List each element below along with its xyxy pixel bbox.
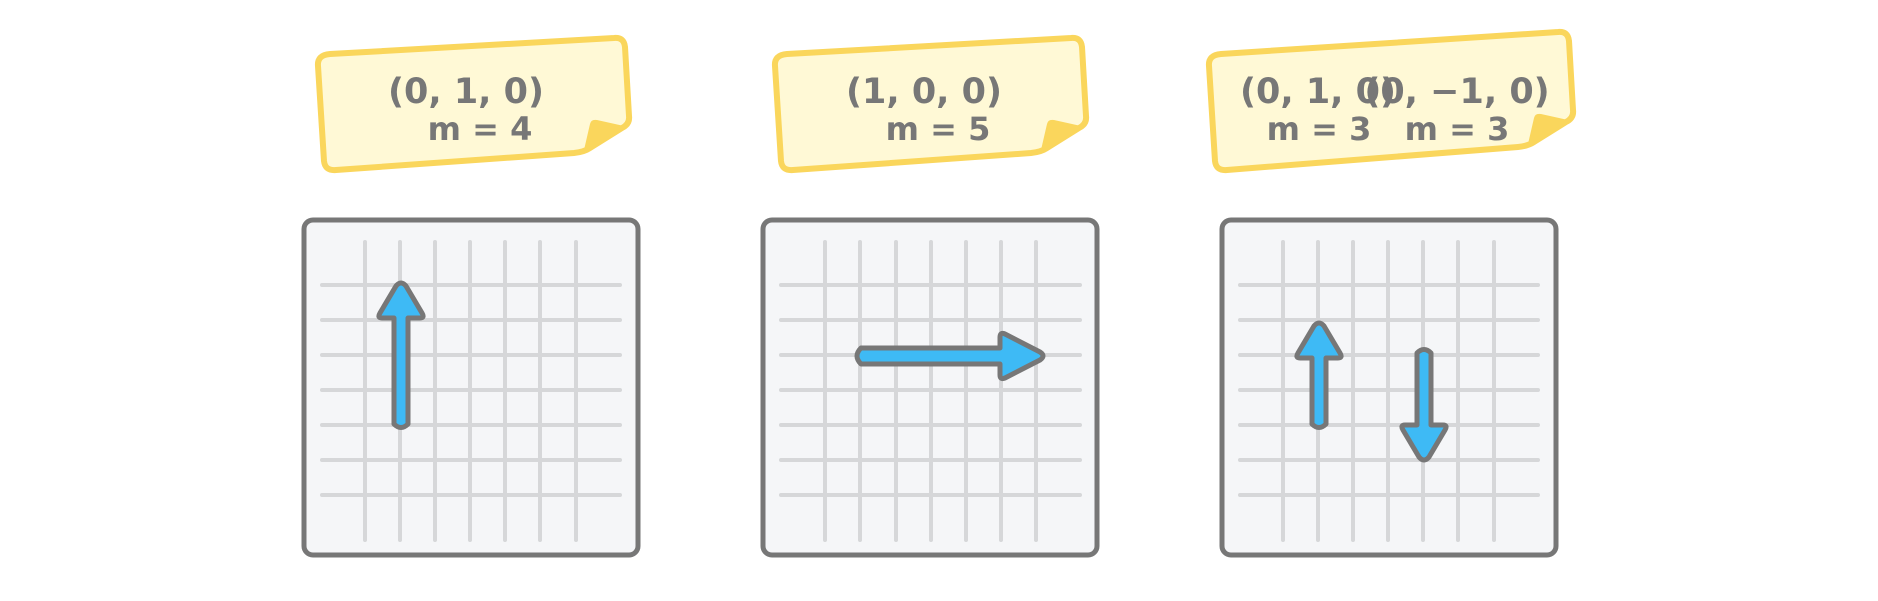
- vector-label: (1, 0, 0): [846, 72, 1002, 112]
- vector-label: (0, 1, 0): [388, 72, 544, 112]
- sticky-note-1: (0, 1, 0) m = 4: [314, 34, 633, 174]
- mass-label-right: m = 3: [1405, 110, 1510, 148]
- grid-3: [1219, 217, 1559, 558]
- mass-label: m = 4: [428, 110, 533, 148]
- grid-lines: [1238, 240, 1540, 542]
- panel-1: (0, 1, 0) m = 4: [301, 34, 641, 558]
- mass-label: m = 5: [886, 110, 991, 148]
- grid-lines: [320, 240, 622, 542]
- sticky-note-2: (1, 0, 0) m = 5: [771, 34, 1090, 174]
- grid-lines: [779, 240, 1082, 542]
- panel-3: (0, 1, 0) m = 3 (0, −1, 0) m = 3: [1205, 28, 1577, 558]
- sticky-note-3: (0, 1, 0) m = 3 (0, −1, 0) m = 3: [1205, 28, 1577, 174]
- grid-1: [301, 217, 641, 558]
- mass-label-left: m = 3: [1267, 110, 1372, 148]
- diagram-canvas: (0, 1, 0) m = 4 (1, 0, 0) m = 5 (0, 1, 0…: [301, 28, 1577, 558]
- vector-label-right: (0, −1, 0): [1364, 72, 1549, 112]
- grid-2: [760, 217, 1100, 558]
- panel-2: (1, 0, 0) m = 5: [760, 34, 1100, 558]
